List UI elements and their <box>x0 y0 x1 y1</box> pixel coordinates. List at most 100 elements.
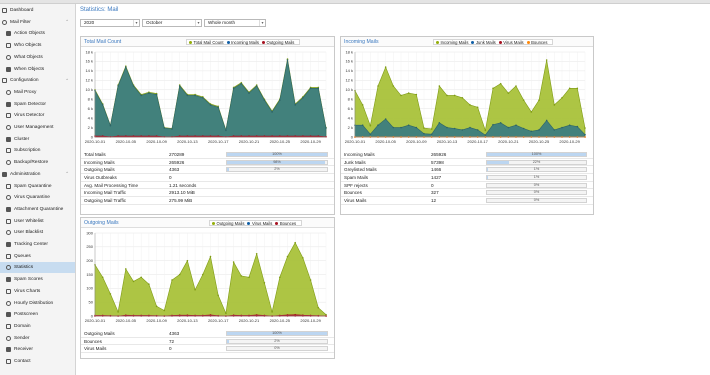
chevron-down-icon[interactable]: ▾ <box>195 20 201 26</box>
x-tick-label: 2020-10-09 <box>146 318 167 323</box>
table-row: Total Mails 270289 100% <box>81 151 334 159</box>
legend-item-bounces[interactable]: Bounces <box>526 39 548 45</box>
legend-marker <box>226 40 230 44</box>
row-label: Virus Mails <box>84 346 107 352</box>
legend-marker <box>275 221 279 225</box>
sidebar-item-attachment-quarantine[interactable]: Attachment Quarantine <box>0 204 75 215</box>
wrench-icon <box>2 171 7 177</box>
sidebar-item-spam-scores[interactable]: Spam Scores <box>0 274 75 285</box>
table-icon <box>6 335 11 341</box>
legend-item-outgoing-mails[interactable]: Outgoing Mails <box>212 221 244 226</box>
legend-marker <box>471 40 475 44</box>
sidebar-item-domain[interactable]: Domain <box>0 321 75 332</box>
legend-item-outgoing-mails[interactable]: Outgoing Mails <box>261 40 294 45</box>
data-point <box>538 129 540 131</box>
incoming-mail-panel: Incoming Mails Incoming Mails Junk Mails V… <box>340 36 594 215</box>
data-point <box>309 87 312 90</box>
file-dark-icon <box>6 230 11 236</box>
row-value: 265926 <box>169 159 185 165</box>
legend-item-bounces[interactable]: Bounces <box>275 221 296 226</box>
percentage-bar: 1% <box>486 175 587 181</box>
sidebar-item-contact[interactable]: Contact <box>0 356 75 367</box>
sidebar-item-dashboard[interactable]: Dashboard <box>0 5 75 16</box>
data-point <box>263 282 266 284</box>
floppy-icon <box>6 160 11 166</box>
x-tick-label: 2020-10-13 <box>177 318 198 323</box>
chevron-up-icon[interactable]: ⌃ <box>65 171 69 177</box>
sidebar-item-virus-detector[interactable]: Virus Detector <box>0 110 75 121</box>
data-point <box>384 118 387 120</box>
legend-item-total-mail-count[interactable]: Total Mail Count <box>189 40 224 45</box>
row-label: Total Mails <box>84 152 106 157</box>
table-row: SPF rejects 0 0% <box>341 182 593 190</box>
legend-label: Virus Mails <box>251 220 273 226</box>
legend-item-virus-mails[interactable]: Virus Mails <box>247 221 272 226</box>
legend-label: Bounces <box>531 39 548 45</box>
data-point <box>194 135 196 137</box>
data-point <box>163 309 166 312</box>
sidebar-item-receiver[interactable]: Receiver <box>0 344 75 355</box>
sidebar-item-postscreen[interactable]: Postscreen <box>0 309 75 320</box>
legend-item-virus-mails[interactable]: Virus Mails <box>498 40 524 45</box>
data-point <box>255 135 258 137</box>
sidebar-item-tracking-center[interactable]: Tracking Center <box>0 239 75 250</box>
y-tick-label: 300 <box>86 230 93 235</box>
month-select[interactable]: October ▾ <box>142 19 202 27</box>
sidebar-item-hourly-distribution[interactable]: Hourly Distribution <box>0 298 75 309</box>
data-point <box>286 314 289 316</box>
range-select[interactable]: Whole month ▾ <box>204 19 266 27</box>
sidebar-item-queues[interactable]: Queues <box>0 251 75 262</box>
sidebar-item-virus-charts[interactable]: Virus Charts <box>0 286 75 297</box>
data-point <box>117 311 119 313</box>
sidebar-item-administration[interactable]: Administration ⌃ <box>0 169 75 180</box>
legend-label: Incoming Mails <box>231 39 259 45</box>
sidebar-item-mail-filter[interactable]: Mail Filter ⌃ <box>0 17 75 28</box>
sidebar-item-configuration[interactable]: Configuration ⌃ <box>0 75 75 86</box>
sidebar-item-backup-restore[interactable]: Backup/Restore <box>0 157 75 168</box>
data-point <box>117 135 119 137</box>
row-value: 12 <box>431 198 437 204</box>
chevron-down-icon[interactable]: ▾ <box>133 20 139 26</box>
row-label: Bounces <box>84 338 102 344</box>
sidebar-item-spam-quarantine[interactable]: Spam Quarantine <box>0 181 75 192</box>
sidebar-item-user-whitelist[interactable]: User Whitelist <box>0 216 75 227</box>
legend-item-junk-mails[interactable]: Junk Mails <box>471 40 496 45</box>
sidebar-item-cluster[interactable]: Cluster <box>0 134 75 145</box>
sidebar-item-statistics[interactable]: Statistics <box>0 262 75 274</box>
sidebar-item-user-management[interactable]: User Management <box>0 122 75 133</box>
data-point <box>286 59 289 61</box>
sidebar-item-when-objects[interactable]: When Objects <box>0 64 75 75</box>
y-tick-label: 2 k <box>88 125 93 130</box>
y-tick-label: 18 k <box>345 49 353 54</box>
sidebar-item-mail-proxy[interactable]: Mail Proxy <box>0 87 75 98</box>
bug-icon <box>6 288 11 294</box>
y-tick-label: 4 k <box>88 115 93 120</box>
legend-item-incoming-mails[interactable]: Incoming Mails <box>226 39 259 45</box>
sidebar-item-label: Who Objects <box>14 43 42 49</box>
year-select[interactable]: 2020 ▾ <box>80 19 140 27</box>
sidebar-item-action-objects[interactable]: Action Objects <box>0 28 75 39</box>
sidebar-item-what-objects[interactable]: What Objects <box>0 52 75 63</box>
chevron-down-icon[interactable]: ▾ <box>259 20 265 26</box>
sidebar-item-who-objects[interactable]: Who Objects <box>0 40 75 51</box>
data-point <box>194 288 196 291</box>
table-row: Outgoing Mails 4363 100% <box>81 330 334 338</box>
x-tick-label: 2020-10-09 <box>146 139 167 144</box>
action-icon <box>6 31 11 37</box>
y-tick-label: 6 k <box>348 106 353 111</box>
sidebar-item-subscription[interactable]: Subscription <box>0 145 75 156</box>
sidebar-item-virus-quarantine[interactable]: Virus Quarantine <box>0 192 75 203</box>
legend-item-incoming-mails[interactable]: Incoming Mails <box>436 40 468 45</box>
data-point <box>109 293 112 295</box>
row-label: Spam Mails <box>344 175 368 181</box>
sidebar-item-sender[interactable]: Sender <box>0 333 75 344</box>
chevron-up-icon[interactable]: ⌃ <box>65 78 69 84</box>
sidebar-item-spam-detector[interactable]: Spam Detector <box>0 99 75 110</box>
x-tick-label: 2020-10-01 <box>85 139 106 144</box>
data-point <box>584 133 586 136</box>
outgoing-mail-chart: 0501001502002503002020-10-01 2020-10-05 20… <box>85 230 327 323</box>
data-point <box>568 124 571 126</box>
data-point <box>240 82 243 85</box>
chevron-up-icon[interactable]: ⌃ <box>65 19 69 25</box>
sidebar-item-user-blacklist[interactable]: User Blacklist <box>0 227 75 238</box>
